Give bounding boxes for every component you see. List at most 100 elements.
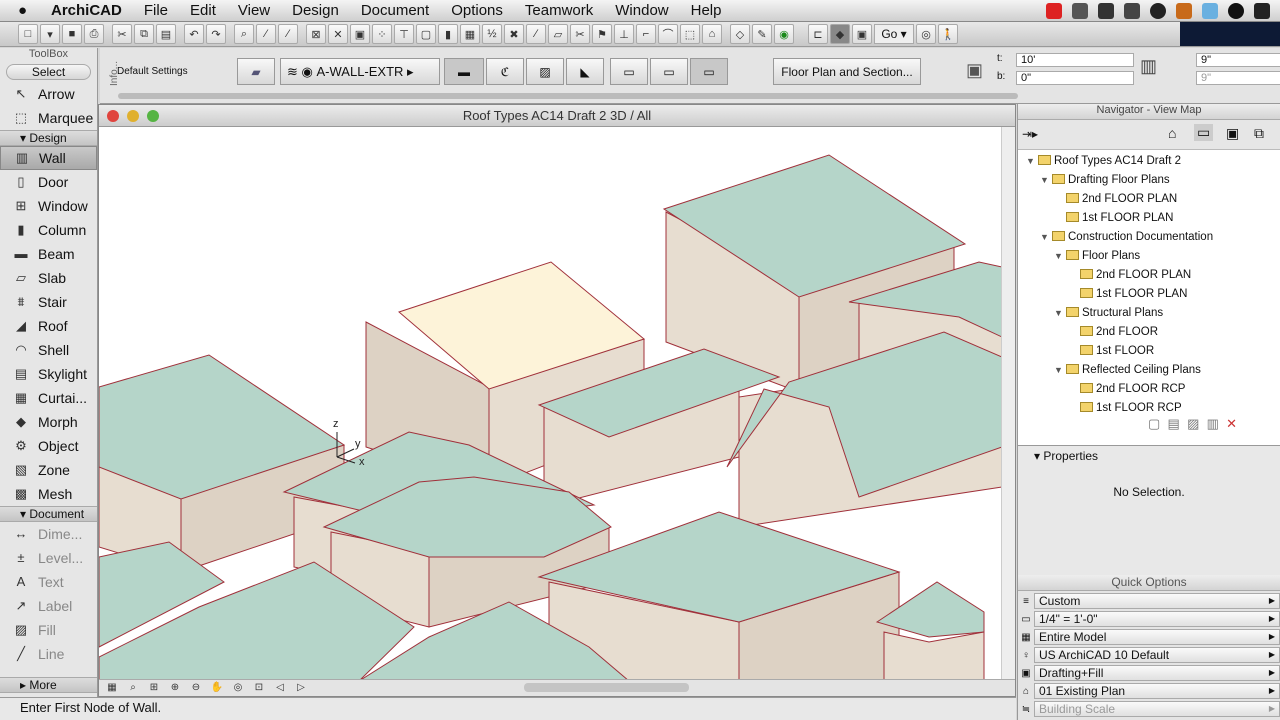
disclosure-triangle-icon[interactable]: ▼	[1040, 171, 1052, 190]
tool-dime[interactable]: ↔ Dime...	[0, 522, 97, 546]
tree-item[interactable]: ▼ Drafting Floor Plans	[1018, 171, 1280, 190]
menu-document[interactable]: Document	[350, 2, 440, 19]
publisher-icon[interactable]: ⧉	[1254, 125, 1264, 142]
tool-curtai[interactable]: ▦ Curtai...	[0, 386, 97, 410]
tool-marquee[interactable]: ⬚ Marquee	[0, 106, 97, 130]
clone-icon[interactable]: ▤	[1168, 416, 1180, 431]
settings-dialog-button[interactable]: ▰	[237, 58, 275, 85]
go-dropdown[interactable]: Go ▾	[874, 24, 914, 44]
syringe-icon[interactable]: ⁄	[278, 24, 298, 44]
cross-icon[interactable]: ✖	[504, 24, 524, 44]
zoom-button[interactable]	[147, 110, 159, 122]
menu-view[interactable]: View	[227, 2, 281, 19]
navigator-menu-icon[interactable]: ⇥▸	[1022, 127, 1038, 141]
tree-item[interactable]: 1st FLOOR PLAN	[1018, 209, 1280, 228]
fit-window-icon[interactable]: ⊡	[250, 682, 268, 695]
delete-icon[interactable]: ✕	[1226, 416, 1237, 431]
tool-mesh[interactable]: ▩ Mesh	[0, 482, 97, 506]
magic-wand-icon[interactable]: ✎	[752, 24, 772, 44]
tree-item[interactable]: ▼ Construction Documentation	[1018, 228, 1280, 247]
find-select-icon[interactable]: ⌕	[234, 24, 254, 44]
menu-file[interactable]: File	[133, 2, 179, 19]
tool-level[interactable]: ± Level...	[0, 546, 97, 570]
tool-object[interactable]: ⚙ Object	[0, 434, 97, 458]
tool-skylight[interactable]: ▤ Skylight	[0, 362, 97, 386]
disclosure-triangle-icon[interactable]: ▼	[1054, 304, 1066, 323]
reference-line-left[interactable]: ▭	[610, 58, 648, 85]
eyedropper-icon[interactable]: ⁄	[256, 24, 276, 44]
layout-view-icon[interactable]: ▣	[852, 24, 872, 44]
reference-line-right[interactable]: ▭	[690, 58, 728, 85]
minimize-button[interactable]	[127, 110, 139, 122]
zoom-area-icon[interactable]: ⌕	[124, 682, 142, 695]
tool-beam[interactable]: ▬ Beam	[0, 242, 97, 266]
menu-design[interactable]: Design	[281, 2, 350, 19]
scale-icon[interactable]: ½	[482, 24, 502, 44]
wall-geometry-curved[interactable]: ℭ	[486, 58, 524, 85]
split-icon[interactable]: ✂	[570, 24, 590, 44]
tool-roof[interactable]: ◢ Roof	[0, 314, 97, 338]
tool-stair[interactable]: ⩩ Stair	[0, 290, 97, 314]
group-more[interactable]: ▸ More	[0, 677, 97, 693]
undo-icon[interactable]: ↶	[184, 24, 204, 44]
tool-fill[interactable]: ▨ Fill	[0, 618, 97, 642]
menu-options[interactable]: Options	[440, 2, 514, 19]
infobox-scrollbar[interactable]	[118, 93, 1018, 99]
disclosure-triangle-icon[interactable]: ▼	[1026, 152, 1038, 171]
thickness-field[interactable]: 9"	[1196, 53, 1280, 67]
zoom-out-icon[interactable]: ⊖	[187, 682, 205, 695]
project-map-icon[interactable]: ⌂	[1168, 125, 1176, 141]
tool-morph[interactable]: ◆ Morph	[0, 410, 97, 434]
drive-icon[interactable]	[1098, 3, 1114, 19]
zoom-in-icon[interactable]: ⊕	[166, 682, 184, 695]
curve-icon[interactable]: ⌒	[658, 24, 678, 44]
select-button[interactable]: Select	[6, 64, 91, 80]
tree-item[interactable]: ▼ Reflected Ceiling Plans	[1018, 361, 1280, 380]
tray-icon[interactable]	[1072, 3, 1088, 19]
elevation-icon[interactable]: ▮	[438, 24, 458, 44]
reference-line-center[interactable]: ▭	[650, 58, 688, 85]
quick-option-row[interactable]: ≒ Building Scale	[1018, 700, 1280, 718]
tray-icon[interactable]	[1150, 3, 1166, 19]
tray-icon[interactable]	[1176, 3, 1192, 19]
wall-geometry-straight[interactable]: ▬	[444, 58, 484, 85]
walk-icon[interactable]: 🚶	[938, 24, 958, 44]
paste-icon[interactable]: ▤	[156, 24, 176, 44]
intersect-icon[interactable]: ⊥	[614, 24, 634, 44]
view-map-icon[interactable]: ▭	[1194, 124, 1214, 141]
tool-text[interactable]: A Text	[0, 570, 97, 594]
quick-option-row[interactable]: ⌂ 01 Existing Plan	[1018, 682, 1280, 700]
new-folder-icon[interactable]: ▢	[1148, 416, 1160, 431]
pen-icon[interactable]: ∕	[526, 24, 546, 44]
tree-item[interactable]: ▼ Structural Plans	[1018, 304, 1280, 323]
tool-arrow[interactable]: ↖ Arrow	[0, 82, 97, 106]
next-zoom-icon[interactable]: ▷	[292, 682, 310, 695]
disclosure-triangle-icon[interactable]: ▼	[1054, 247, 1066, 266]
recording-icon[interactable]	[1046, 3, 1062, 19]
gravity-icon[interactable]: ⊠	[306, 24, 326, 44]
orbit-icon[interactable]: ◎	[916, 24, 936, 44]
disclosure-triangle-icon[interactable]: ▼	[1040, 228, 1052, 247]
orbit-icon[interactable]: ◎	[229, 682, 247, 695]
save-icon[interactable]: ■	[62, 24, 82, 44]
group-design[interactable]: ▾ Design	[0, 130, 97, 146]
tool-zone[interactable]: ▧ Zone	[0, 458, 97, 482]
disclosure-triangle-icon[interactable]: ▼	[1054, 361, 1066, 380]
menu-window[interactable]: Window	[604, 2, 679, 19]
thickness-field-2[interactable]: 9"	[1196, 71, 1280, 85]
horizontal-scrollbar[interactable]	[524, 683, 689, 692]
3d-model-view[interactable]: z y x	[99, 127, 1002, 681]
tool-label[interactable]: ↗ Label	[0, 594, 97, 618]
polygon-icon[interactable]: ◇	[730, 24, 750, 44]
snap-icon[interactable]: ✕	[328, 24, 348, 44]
trace-icon[interactable]: ▢	[416, 24, 436, 44]
layer-selector[interactable]: ≋ ◉ A-WALL-EXTR ▸	[280, 58, 440, 85]
tree-item[interactable]: 2nd FLOOR	[1018, 323, 1280, 342]
menu-teamwork[interactable]: Teamwork	[514, 2, 604, 19]
floor-plan-section-button[interactable]: Floor Plan and Section...	[773, 58, 921, 85]
tool-column[interactable]: ▮ Column	[0, 218, 97, 242]
fillet-icon[interactable]: ⌐	[636, 24, 656, 44]
dropbox-icon[interactable]	[1202, 3, 1218, 19]
tree-item[interactable]: 2nd FLOOR RCP	[1018, 380, 1280, 399]
tree-item[interactable]: 2nd FLOOR PLAN	[1018, 266, 1280, 285]
